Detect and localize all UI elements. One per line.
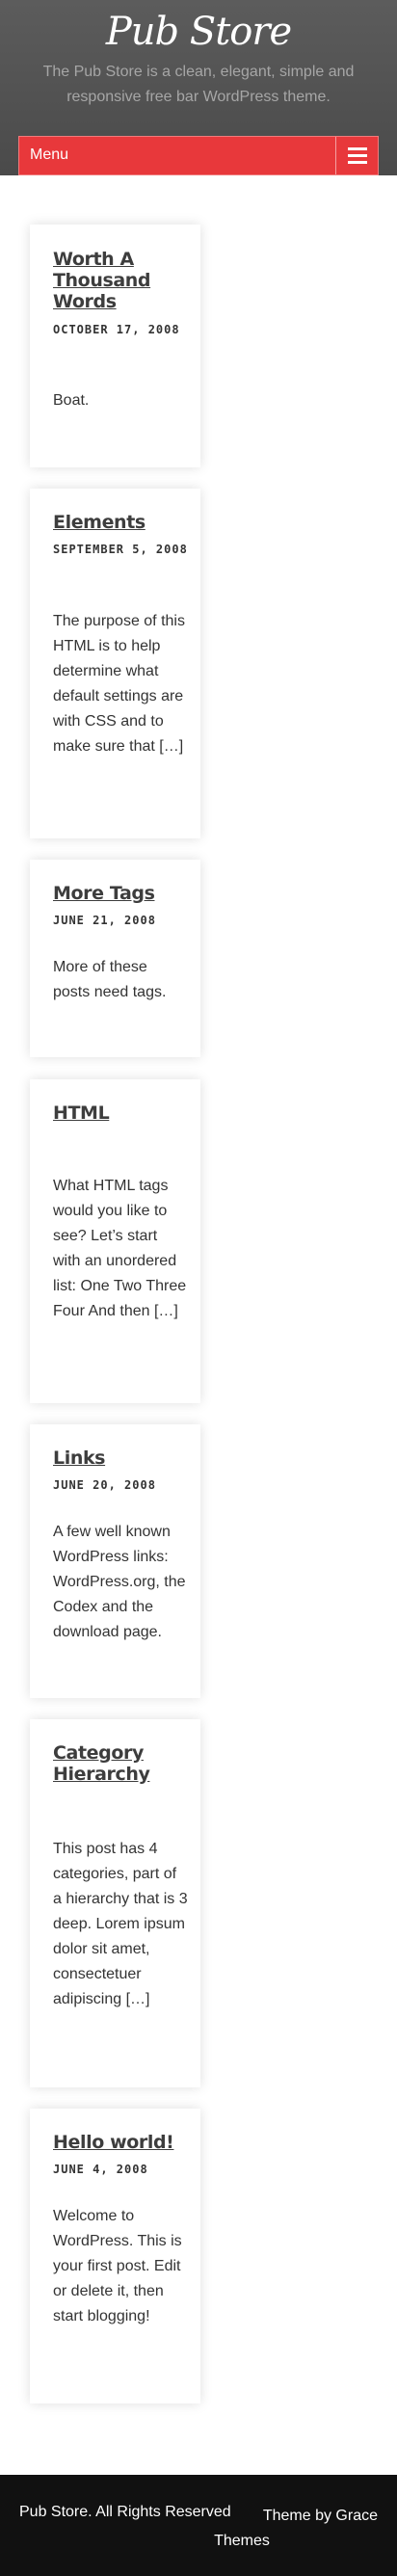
post-date[interactable]: JUNE 21, 2008: [53, 908, 188, 933]
post-card: HTML What HTML tags would you like to se…: [30, 1079, 200, 1403]
footer-theme-line2[interactable]: Themes: [106, 2529, 378, 2554]
post-card: Elements SEPTEMBER 5, 2008 The purpose o…: [30, 489, 200, 838]
post-date[interactable]: OCTOBER 17, 2008: [53, 317, 188, 342]
footer-theme-credit[interactable]: Theme by Grace Themes: [19, 2504, 378, 2554]
menu-label[interactable]: Menu: [30, 146, 68, 164]
post-card: Worth A Thousand Words OCTOBER 17, 2008 …: [30, 225, 200, 467]
post-card: Links JUNE 20, 2008 A few well known Wor…: [30, 1424, 200, 1698]
post-excerpt: What HTML tags would you like to see? Le…: [53, 1178, 187, 1319]
site-title[interactable]: Pub Store: [0, 10, 397, 54]
post-title[interactable]: Hello world!: [53, 2132, 188, 2153]
post-card: Category Hierarchy This post has 4 categ…: [30, 1719, 200, 2087]
footer-theme-line1[interactable]: Theme by Grace: [263, 2508, 378, 2524]
post-excerpt: A few well known WordPress links: WordPr…: [53, 1524, 186, 1640]
post-title[interactable]: Worth A Thousand Words: [53, 249, 188, 312]
post-excerpt: Boat.: [53, 392, 90, 409]
post-excerpt: The purpose of this HTML is to help dete…: [53, 613, 185, 755]
post-card: More Tags JUNE 21, 2008 More of these po…: [30, 860, 200, 1057]
hamburger-icon[interactable]: [335, 137, 378, 174]
menu-bar[interactable]: Menu: [18, 136, 379, 175]
site-tagline: The Pub Store is a clean, elegant, simpl…: [42, 64, 355, 105]
post-date[interactable]: JUNE 4, 2008: [53, 2157, 188, 2182]
site-footer: Pub Store. All Rights Reserved Theme by …: [0, 2475, 397, 2576]
post-excerpt: This post has 4 categories, part of a hi…: [53, 1841, 188, 2007]
post-title[interactable]: Category Hierarchy: [53, 1742, 188, 1785]
post-card: Hello world! JUNE 4, 2008 Welcome to Wor…: [30, 2109, 200, 2403]
post-title[interactable]: Elements: [53, 512, 188, 533]
post-title[interactable]: Links: [53, 1447, 188, 1469]
site-header: Pub Store The Pub Store is a clean, eleg…: [0, 0, 397, 175]
post-date[interactable]: SEPTEMBER 5, 2008: [53, 537, 188, 562]
post-excerpt: More of these posts need tags.: [53, 959, 167, 1000]
post-title[interactable]: HTML: [53, 1102, 188, 1124]
post-title[interactable]: More Tags: [53, 883, 188, 904]
post-date[interactable]: JUNE 20, 2008: [53, 1473, 188, 1498]
post-excerpt: Welcome to WordPress. This is your first…: [53, 2208, 182, 2324]
